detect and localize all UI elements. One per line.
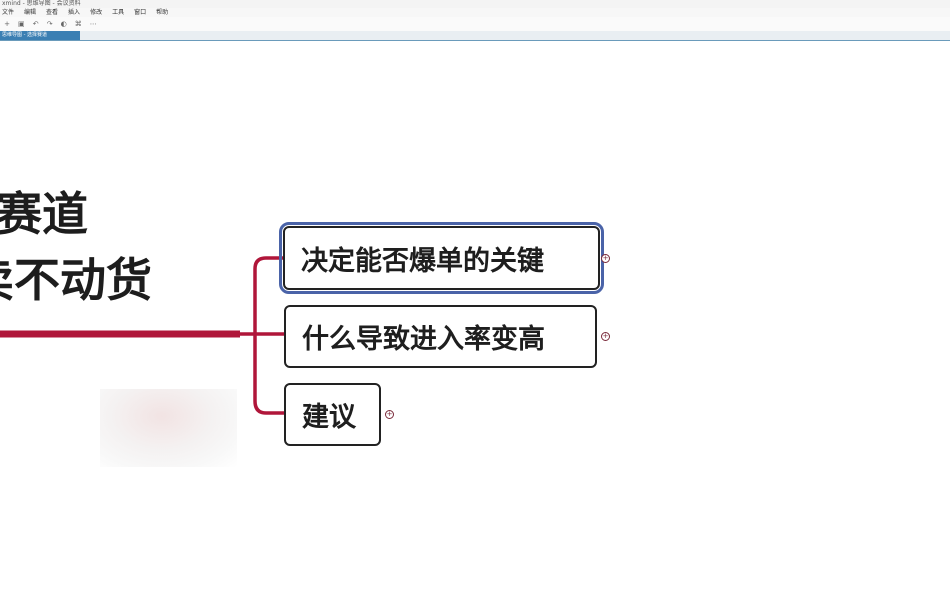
tab-strip: 思维导图 - 选择赛道 [0, 31, 950, 41]
menu-item-window[interactable]: 窗口 [134, 8, 146, 17]
subtopic-suggestion[interactable]: 建议 [284, 383, 381, 446]
expand-icon[interactable]: + [385, 410, 394, 419]
tab-label: 思维导图 - 选择赛道 [2, 32, 47, 38]
toolbar: + ▣ ↶ ↷ ◐ ⌘ ⋯ [0, 17, 950, 31]
subtopic-label: 决定能否爆单的关键 [301, 245, 544, 277]
expand-icon[interactable]: + [601, 332, 610, 341]
save-icon[interactable]: ▣ [18, 20, 25, 28]
menu-item-help[interactable]: 帮助 [156, 8, 168, 17]
subtopic-label: 什么导致进入率变高 [302, 324, 545, 355]
menu-item-edit[interactable]: 编辑 [24, 8, 36, 17]
redo-icon[interactable]: ↷ [47, 20, 53, 28]
menu-item-insert[interactable]: 插入 [68, 8, 80, 17]
window-title: xmind - 思维导图 - 会议资料 [2, 0, 81, 7]
sub-branch-lines [240, 256, 284, 415]
subtopic-decisive-key[interactable]: 决定能否爆单的关键 [279, 222, 604, 294]
mindmap-canvas[interactable]: 赛道 卖不动货 决定能否爆单的关键 + 什么导致进入率变高 + 建议 + [0, 41, 950, 600]
window-title-bar: xmind - 思维导图 - 会议资料 [0, 0, 950, 8]
menu-item-file[interactable]: 文件 [2, 8, 14, 17]
more-icon[interactable]: ⋯ [90, 20, 97, 28]
undo-icon[interactable]: ↶ [33, 20, 39, 28]
menu-item-view[interactable]: 查看 [46, 8, 58, 17]
subtopic-entry-rate[interactable]: 什么导致进入率变高 [284, 305, 597, 368]
format-icon[interactable]: ⌘ [75, 20, 82, 28]
menu-item-tools[interactable]: 工具 [112, 8, 124, 17]
tab-mindmap[interactable]: 思维导图 - 选择赛道 [0, 31, 80, 40]
menu-item-modify[interactable]: 修改 [90, 8, 102, 17]
expand-icon[interactable]: + [601, 254, 610, 263]
blurred-region [100, 389, 237, 467]
add-icon[interactable]: + [4, 20, 10, 28]
style-icon[interactable]: ◐ [61, 20, 67, 28]
subtopic-label: 建议 [302, 402, 356, 433]
menu-bar: 文件 编辑 查看 插入 修改 工具 窗口 帮助 [0, 8, 950, 17]
